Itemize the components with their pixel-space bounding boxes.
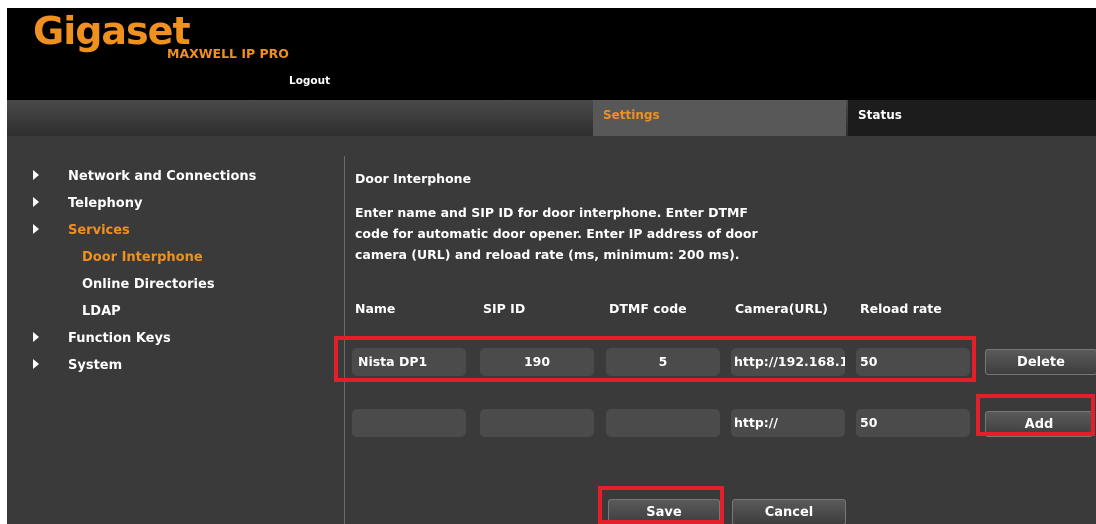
sidebar-item-label: Telephony	[68, 196, 143, 211]
sidebar-subitem-ldap[interactable]: LDAP	[82, 304, 121, 319]
sidebar-item-label: Services	[68, 223, 130, 238]
sidebar-item-label: Function Keys	[68, 331, 171, 346]
chevron-right-icon	[33, 332, 39, 342]
cancel-button[interactable]: Cancel	[732, 499, 846, 524]
sidebar-item-label: System	[68, 358, 123, 373]
header: Gigaset MAXWELL IP PRO Logout	[7, 8, 1096, 100]
column-header-dtmf-code: DTMF code	[609, 301, 687, 316]
delete-button[interactable]: Delete	[985, 349, 1096, 375]
logout-link[interactable]: Logout	[289, 75, 330, 87]
sidebar-subitem-door-interphone[interactable]: Door Interphone	[82, 250, 203, 265]
model-name: MAXWELL IP PRO	[167, 46, 289, 61]
tab-settings[interactable]: Settings	[593, 100, 846, 136]
column-header-reload-rate: Reload rate	[860, 301, 942, 316]
chevron-right-icon	[33, 224, 39, 234]
sidebar-item-label: Network and Connections	[68, 169, 257, 184]
column-header-sip-id: SIP ID	[483, 301, 526, 316]
chevron-right-icon	[33, 197, 39, 207]
highlight-row-1	[334, 336, 976, 382]
page-title: Door Interphone	[355, 171, 472, 186]
camera-url-input-row-2[interactable]: http://	[731, 409, 845, 437]
description-line-1: Enter name and SIP ID for door interphon…	[355, 205, 748, 220]
column-header-name: Name	[355, 301, 396, 316]
chevron-right-icon	[33, 170, 39, 180]
sip-id-input-row-2[interactable]	[480, 409, 594, 437]
description-line-3: camera (URL) and reload rate (ms, minimu…	[355, 247, 740, 262]
sidebar-subitem-online-directories[interactable]: Online Directories	[82, 277, 215, 292]
dtmf-code-input-row-2[interactable]	[606, 409, 720, 437]
highlight-save-button	[598, 486, 724, 524]
app-frame: Gigaset MAXWELL IP PRO Logout Settings S…	[7, 8, 1096, 524]
name-input-row-2[interactable]	[352, 409, 466, 437]
highlight-add-button	[976, 394, 1095, 436]
tab-bar: Settings Status	[7, 100, 1096, 136]
sidebar: Network and Connections Telephony Servic…	[7, 136, 337, 524]
reload-rate-input-row-2[interactable]: 50	[856, 409, 970, 437]
column-header-camera-url: Camera(URL)	[735, 301, 828, 316]
chevron-right-icon	[33, 359, 39, 369]
description-line-2: code for automatic door opener. Enter IP…	[355, 226, 758, 241]
tab-status[interactable]: Status	[848, 100, 1096, 136]
